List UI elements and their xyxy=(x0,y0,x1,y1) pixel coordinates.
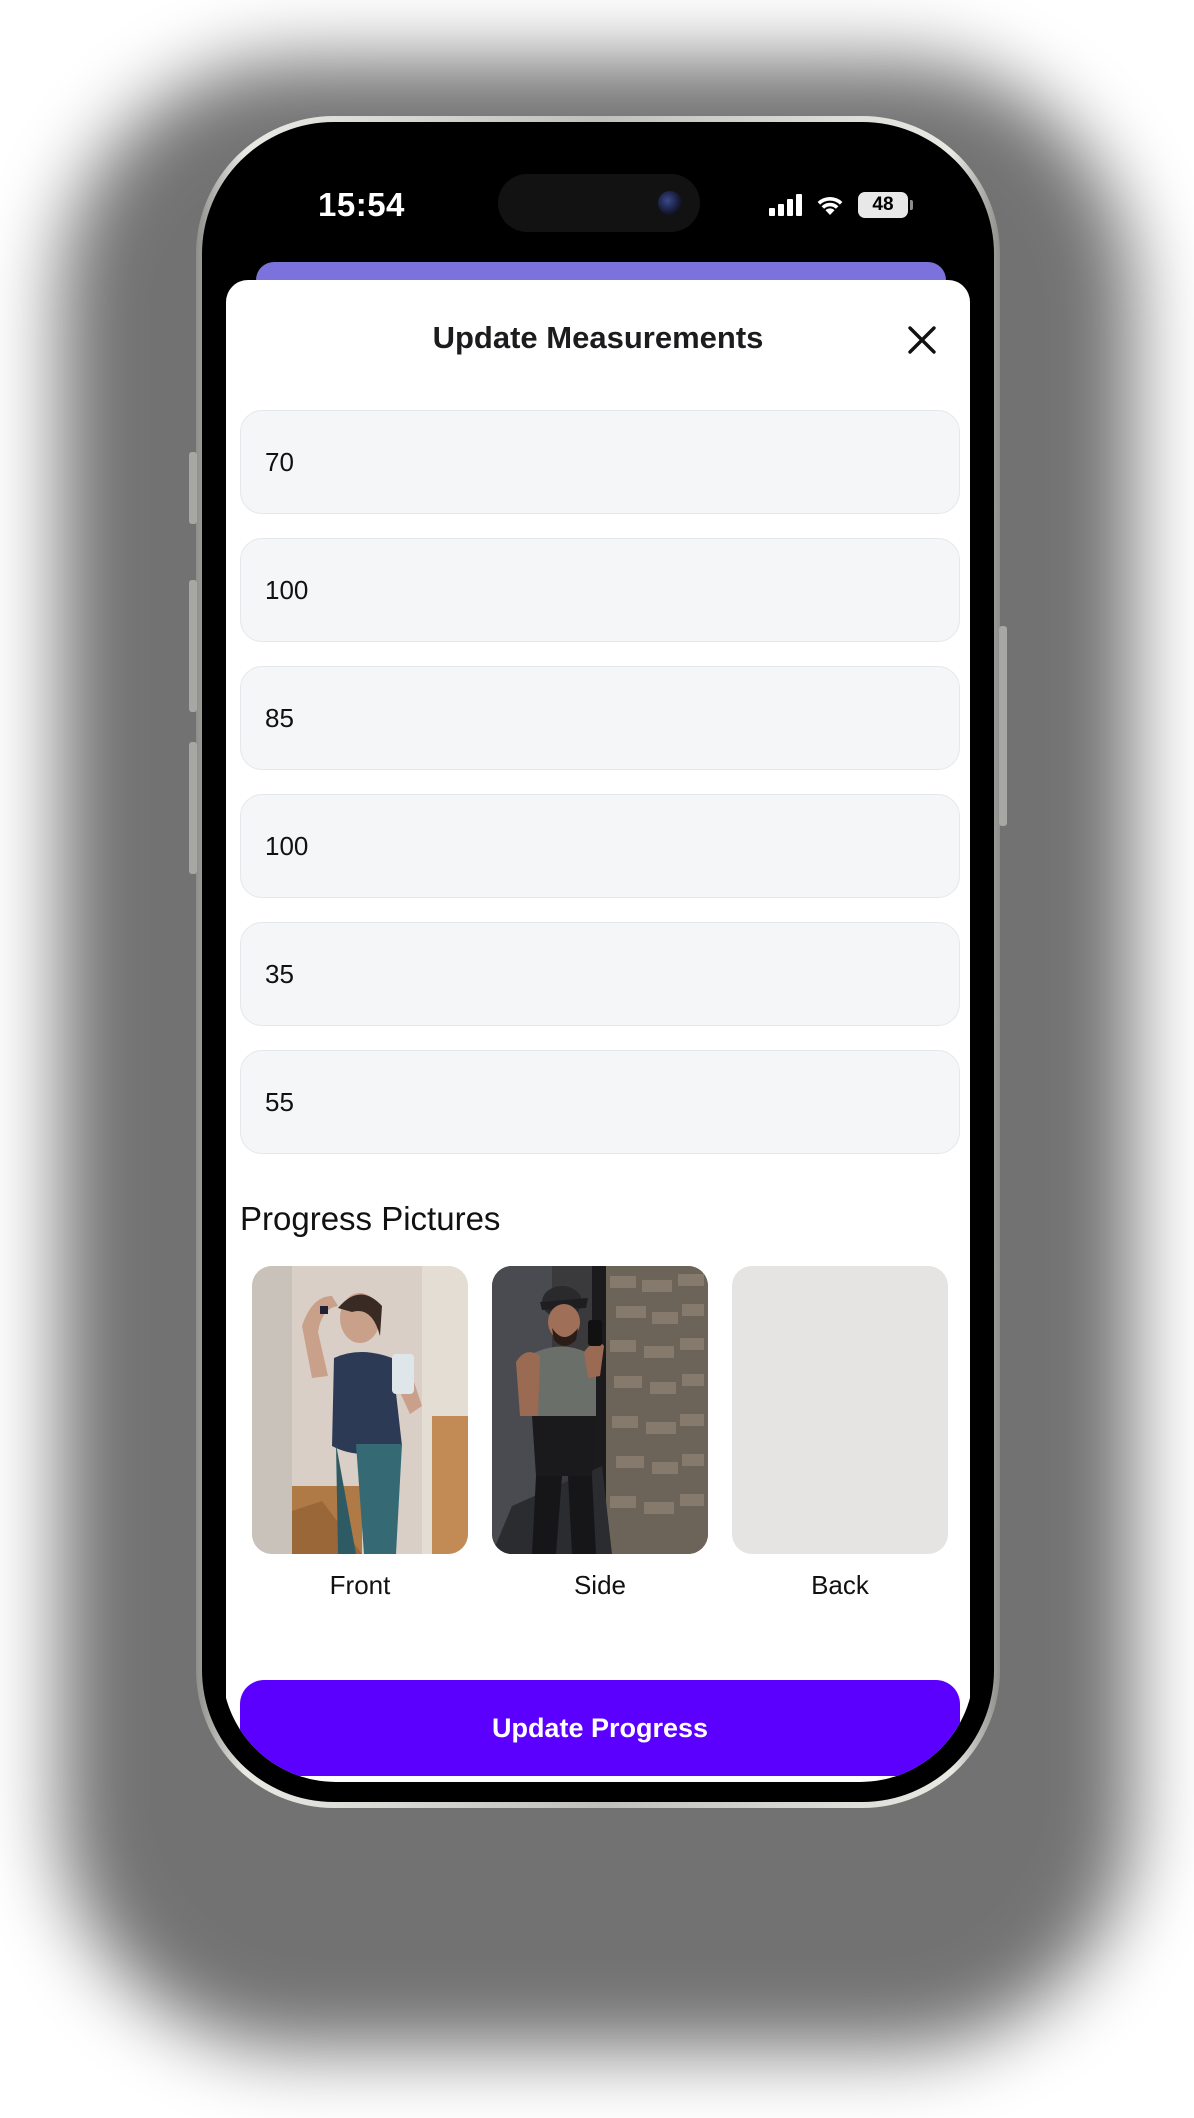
front-label: Front xyxy=(329,1570,391,1600)
measurement-field-6[interactable]: 55 xyxy=(240,1050,960,1154)
battery-icon: 48 xyxy=(858,192,913,218)
side-picture[interactable] xyxy=(492,1266,708,1554)
side-label: Side xyxy=(573,1570,627,1600)
action-button xyxy=(189,452,197,524)
status-time: 15:54 xyxy=(318,186,405,223)
volume-down-button xyxy=(189,742,197,874)
close-icon xyxy=(908,326,936,354)
measurement-field-2[interactable]: 100 xyxy=(240,538,960,642)
measurement-field-3[interactable]: 85 xyxy=(240,666,960,770)
close-button[interactable] xyxy=(900,318,944,362)
measurement-field-5[interactable]: 35 xyxy=(240,922,960,1026)
phone-screen: 15:54 48 Update Measurements 70 100 85 1… xyxy=(222,142,974,1782)
front-photo-image xyxy=(252,1266,468,1554)
progress-pictures-title: Progress Pictures xyxy=(240,1200,501,1237)
dynamic-island xyxy=(498,174,700,232)
measurement-field-4[interactable]: 100 xyxy=(240,794,960,898)
status-icons: 48 xyxy=(769,190,913,220)
update-measurements-modal: Update Measurements 70 100 85 100 35 55 … xyxy=(226,280,970,1782)
power-button xyxy=(999,626,1007,826)
front-camera-icon xyxy=(658,191,682,215)
device-mockup: 15:54 48 Update Measurements 70 100 85 1… xyxy=(0,0,1194,2118)
volume-up-button xyxy=(189,580,197,712)
measurement-field-1[interactable]: 70 xyxy=(240,410,960,514)
update-progress-button[interactable]: Update Progress xyxy=(240,1680,960,1776)
wifi-icon xyxy=(817,196,843,215)
back-label: Back xyxy=(811,1570,869,1600)
cellular-signal-icon xyxy=(769,194,802,216)
front-picture[interactable] xyxy=(252,1266,468,1554)
modal-title: Update Measurements xyxy=(432,320,764,355)
back-picture-placeholder[interactable] xyxy=(732,1266,948,1554)
side-photo-image xyxy=(492,1266,708,1554)
